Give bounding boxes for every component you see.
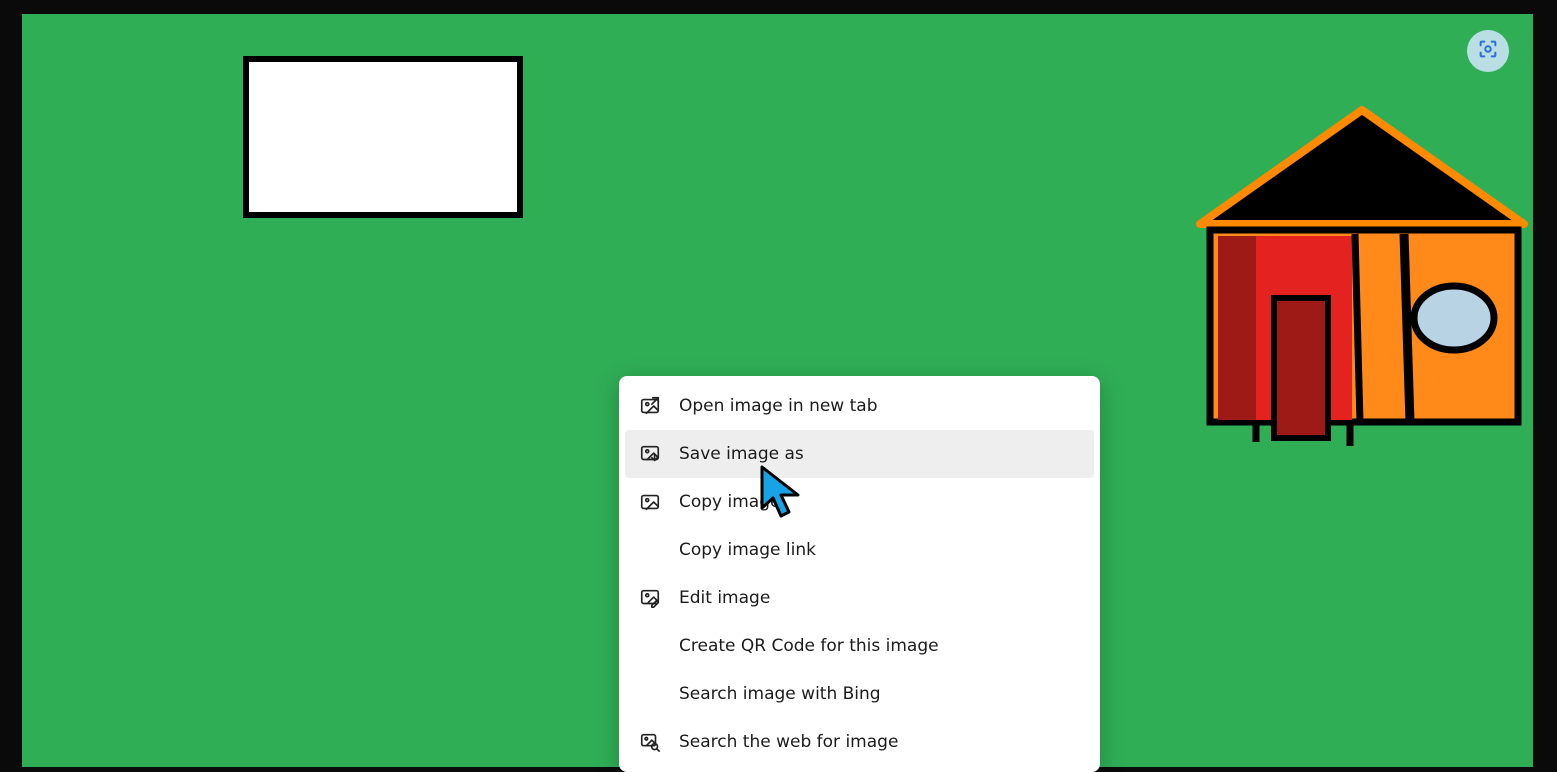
menu-item-label: Copy image	[679, 492, 780, 512]
menu-item-label: Search image with Bing	[679, 684, 881, 704]
menu-item-edit-image[interactable]: Edit image	[625, 574, 1094, 622]
copy-image-icon	[639, 491, 661, 513]
visual-search-button[interactable]	[1467, 30, 1509, 72]
web-search-icon	[639, 731, 661, 753]
drawing-white-rectangle	[243, 56, 523, 218]
menu-item-search-image-bing[interactable]: Search image with Bing	[625, 670, 1094, 718]
menu-item-copy-image[interactable]: Copy image	[625, 478, 1094, 526]
visual-search-icon	[1477, 38, 1499, 64]
menu-item-label: Copy image link	[679, 540, 816, 560]
menu-item-label: Search the web for image	[679, 732, 898, 752]
menu-item-open-image-new-tab[interactable]: Open image in new tab	[625, 382, 1094, 430]
save-image-icon	[639, 443, 661, 465]
menu-item-label: Save image as	[679, 444, 804, 464]
menu-item-label: Open image in new tab	[679, 396, 877, 416]
menu-item-search-web-for-image[interactable]: Search the web for image	[625, 718, 1094, 766]
menu-item-create-qr-code[interactable]: Create QR Code for this image	[625, 622, 1094, 670]
menu-item-copy-image-link[interactable]: Copy image link	[625, 526, 1094, 574]
drawing-house	[1192, 96, 1532, 446]
menu-item-save-image-as[interactable]: Save image as	[625, 430, 1094, 478]
open-image-icon	[639, 395, 661, 417]
menu-item-label: Create QR Code for this image	[679, 636, 939, 656]
menu-item-label: Edit image	[679, 588, 770, 608]
image-context-menu: Open image in new tab Save image as Copy…	[619, 376, 1100, 772]
edit-image-icon	[639, 587, 661, 609]
